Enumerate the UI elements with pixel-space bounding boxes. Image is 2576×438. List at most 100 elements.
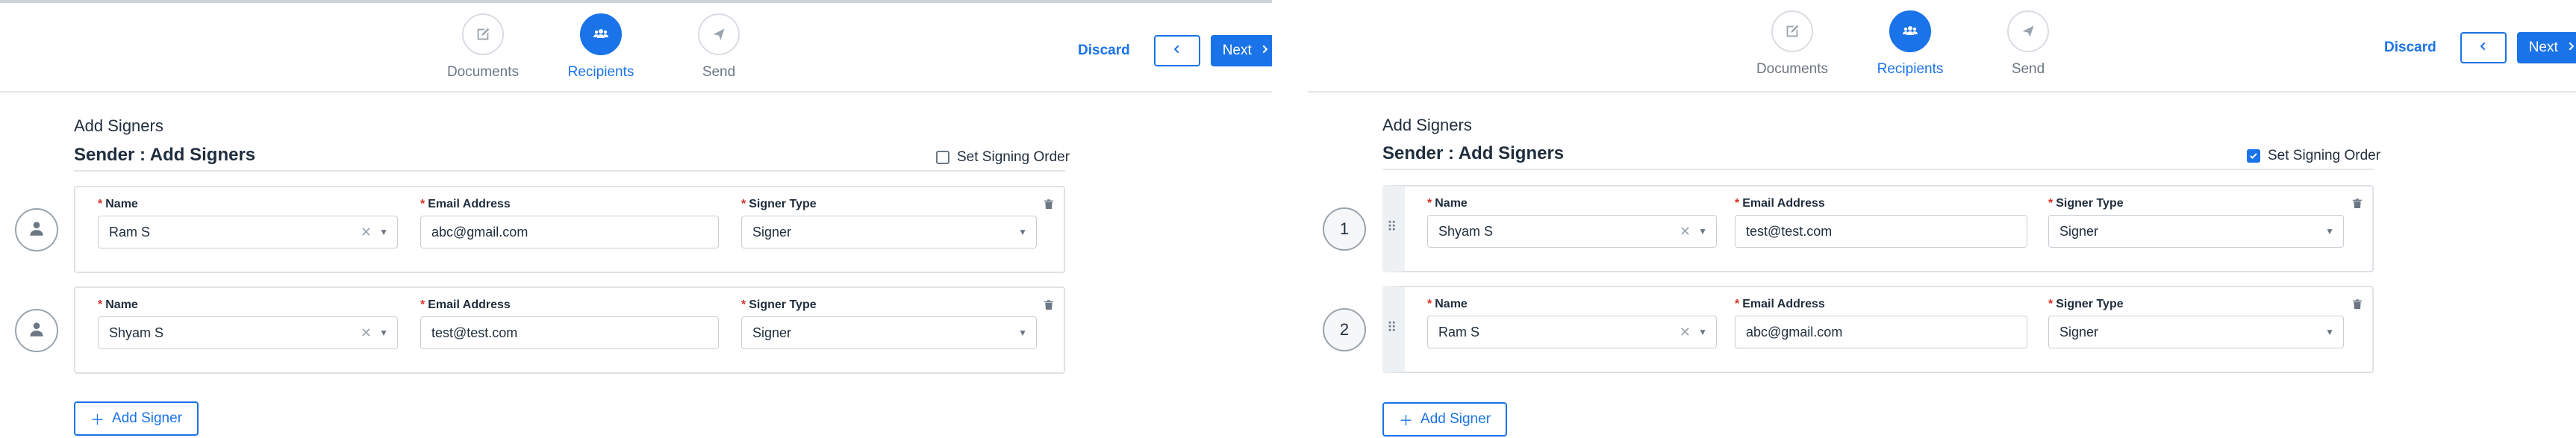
email-value: test@test.com: [1746, 223, 1833, 239]
step-send[interactable]: Send: [1987, 10, 2069, 78]
trash-icon[interactable]: [2351, 298, 2363, 315]
signer-type-label: Signer Type: [749, 298, 817, 311]
chevron-left-icon: [2478, 41, 2489, 55]
name-label: Name: [105, 298, 138, 311]
name-select[interactable]: Shyam S ✕ ▼: [1427, 215, 1717, 248]
send-icon: [2007, 10, 2049, 52]
right-panel: Documents Recipients Send Discard Next A…: [1308, 0, 2576, 438]
name-select[interactable]: Ram S ✕ ▼: [98, 216, 398, 248]
signer-type-field: * Signer Type Signer ▼: [741, 198, 1037, 248]
name-value: Shyam S: [1438, 223, 1494, 239]
name-value: Ram S: [109, 224, 151, 240]
signer-type-select[interactable]: Signer ▼: [2048, 316, 2344, 348]
avatar: [15, 208, 58, 251]
clear-icon[interactable]: ✕: [361, 225, 372, 240]
add-signer-button[interactable]: ＋ Add Signer: [74, 401, 199, 436]
section-divider: [74, 170, 1065, 172]
header-actions: Discard Next: [2384, 32, 2576, 63]
step-documents[interactable]: Documents: [442, 13, 524, 81]
email-value: abc@gmail.com: [1746, 324, 1843, 340]
step-documents[interactable]: Documents: [1751, 10, 1833, 78]
chevron-right-icon: [2566, 40, 2576, 56]
signing-order-checkbox[interactable]: [936, 151, 949, 164]
users-icon: [580, 13, 622, 55]
signer-type-label: Signer Type: [749, 198, 817, 210]
sender-heading: Sender : Add Signers: [1382, 143, 1565, 163]
chevron-down-icon[interactable]: ▼: [379, 328, 388, 338]
email-field: * Email Address abc@gmail.com: [1735, 298, 2027, 348]
next-button[interactable]: Next: [2516, 32, 2576, 63]
document-icon: [1771, 10, 1813, 52]
signer-type-select[interactable]: Signer ▼: [741, 316, 1037, 349]
stepper: Documents Recipients Send: [1751, 10, 2069, 78]
email-input[interactable]: abc@gmail.com: [1735, 316, 2027, 348]
trash-icon[interactable]: [1043, 298, 1055, 316]
step-send[interactable]: Send: [678, 13, 760, 81]
clear-icon[interactable]: ✕: [361, 325, 372, 341]
signer-card: * Name Ram S ✕ ▼ * Email Address abc@gmail…: [74, 186, 1065, 273]
add-signer-button[interactable]: ＋ Add Signer: [1382, 402, 1508, 437]
signing-order-toggle[interactable]: Set Signing Order: [2247, 148, 2380, 164]
step-label: Recipients: [567, 64, 634, 80]
signer-type-value: Signer: [752, 325, 792, 340]
send-icon: [698, 13, 740, 55]
email-input[interactable]: abc@gmail.com: [420, 216, 719, 248]
step-label: Send: [2011, 61, 2045, 77]
chevron-down-icon[interactable]: ▼: [379, 227, 388, 237]
signer-type-select[interactable]: Signer ▼: [741, 216, 1037, 248]
chevron-down-icon[interactable]: ▼: [1018, 227, 1027, 237]
discard-button[interactable]: Discard: [2384, 40, 2436, 56]
name-label: Name: [1435, 298, 1468, 310]
chevron-down-icon[interactable]: ▼: [1018, 328, 1027, 338]
back-button[interactable]: [2460, 32, 2507, 63]
step-recipients[interactable]: Recipients: [1869, 10, 1951, 78]
signer-type-label: Signer Type: [2056, 298, 2124, 310]
email-input[interactable]: test@test.com: [420, 316, 719, 349]
chevron-down-icon[interactable]: ▼: [1698, 226, 1707, 237]
chevron-down-icon[interactable]: ▼: [1698, 327, 1707, 337]
signing-order-toggle[interactable]: Set Signing Order: [936, 149, 1070, 166]
name-select[interactable]: Ram S ✕ ▼: [1427, 316, 1717, 348]
next-button-label: Next: [1222, 43, 1252, 58]
email-value: test@test.com: [431, 325, 518, 340]
signing-order-checkbox[interactable]: [2247, 149, 2260, 163]
step-label: Send: [702, 64, 736, 80]
step-label: Recipients: [1877, 61, 1944, 77]
header-divider: [0, 91, 1272, 93]
add-signers-heading: Add Signers: [74, 116, 163, 135]
name-label: Name: [105, 198, 138, 210]
stepper: Documents Recipients Send: [442, 13, 760, 81]
chevron-down-icon[interactable]: ▼: [2325, 327, 2334, 337]
discard-button[interactable]: Discard: [1078, 43, 1130, 59]
email-input[interactable]: test@test.com: [1735, 215, 2027, 248]
name-field: * Name Ram S ✕ ▼: [98, 198, 398, 248]
clear-icon[interactable]: ✕: [1680, 224, 1691, 240]
chevron-right-icon: [1259, 43, 1270, 59]
step-label: Documents: [446, 64, 520, 80]
step-recipients[interactable]: Recipients: [560, 13, 642, 81]
chevron-down-icon[interactable]: ▼: [2325, 226, 2334, 237]
name-value: Shyam S: [109, 325, 164, 340]
back-button[interactable]: [1153, 35, 1200, 66]
header-actions: Discard Next: [1078, 35, 1282, 66]
name-select[interactable]: Shyam S ✕ ▼: [98, 316, 398, 349]
signing-order-label: Set Signing Order: [957, 149, 1070, 165]
email-value: abc@gmail.com: [431, 224, 528, 240]
plus-icon: ＋: [1399, 413, 1414, 429]
email-field: * Email Address test@test.com: [1735, 197, 2027, 248]
user-icon: [27, 219, 46, 242]
chevron-left-icon: [1172, 44, 1182, 58]
trash-icon[interactable]: [2351, 197, 2363, 214]
signer-type-field: * Signer Type Signer ▼: [741, 298, 1037, 349]
sender-heading: Sender : Add Signers: [74, 145, 256, 165]
clear-icon[interactable]: ✕: [1680, 325, 1691, 340]
email-label: Email Address: [1742, 298, 1825, 310]
drag-handle-icon[interactable]: ⠿: [1387, 219, 1400, 235]
drag-handle-icon[interactable]: ⠿: [1387, 320, 1400, 336]
trash-icon[interactable]: [1043, 198, 1055, 215]
plus-icon: ＋: [90, 412, 105, 428]
next-button[interactable]: Next: [1210, 35, 1282, 66]
signer-type-select[interactable]: Signer ▼: [2048, 215, 2344, 248]
email-label: Email Address: [1742, 197, 1825, 210]
signer-type-value: Signer: [2059, 324, 2099, 340]
